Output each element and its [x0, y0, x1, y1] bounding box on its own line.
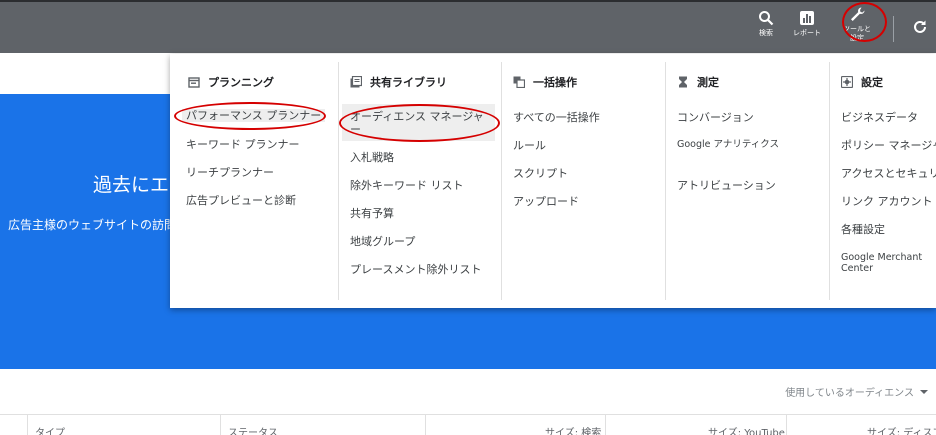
menu-item-all-bulk-actions[interactable]: すべての一括操作 — [513, 111, 600, 124]
column-divider — [829, 62, 830, 300]
column-divider — [338, 62, 339, 300]
wrench-icon — [851, 7, 865, 21]
menu-item-bid-strategies[interactable]: 入札戦略 — [350, 151, 394, 164]
menu-item-google-merchant-center[interactable]: Google Merchant Center — [841, 252, 933, 274]
menu-item-linked-accounts[interactable]: リンク アカウント — [841, 195, 933, 208]
refresh-icon — [914, 20, 926, 33]
topbar-divider — [893, 16, 894, 42]
search-icon — [759, 11, 774, 26]
search-button[interactable]: 検索 — [758, 10, 774, 38]
menu-item-placement-exclusion-lists[interactable]: プレースメント除外リスト — [350, 263, 481, 276]
column-header-size-youtube[interactable]: サイズ: YouTube — [708, 424, 785, 435]
menu-item-scripts[interactable]: スクリプト — [513, 167, 568, 180]
copy-icon — [513, 76, 525, 88]
menu-item-business-data[interactable]: ビジネスデータ — [841, 111, 918, 124]
setup-heading: 設定 — [841, 74, 883, 90]
reports-label: レポート — [793, 29, 821, 37]
calendar-icon — [188, 77, 200, 88]
caret-down-icon — [920, 389, 928, 394]
menu-item-shared-budgets[interactable]: 共有予算 — [350, 207, 394, 220]
menu-item-keyword-planner[interactable]: キーワード プランナー — [186, 138, 300, 151]
column-divider — [425, 415, 426, 435]
menu-item-conversions[interactable]: コンバージョン — [677, 111, 754, 124]
audience-filter-label: 使用しているオーディエンス — [785, 388, 914, 399]
bulk-actions-heading: 一括操作 — [513, 74, 577, 90]
tools-settings-button[interactable]: ツールと 設定 — [843, 6, 871, 43]
search-label: 検索 — [759, 29, 773, 37]
top-bar: 検索 レポート ツールと 設定 — [0, 0, 936, 53]
column-divider — [665, 62, 666, 300]
tools-menu: プランニング パフォーマンス プランナー キーワード プランナー リーチプランナ… — [170, 54, 936, 308]
measurement-heading: 測定 — [677, 74, 719, 90]
column-divider — [786, 415, 787, 435]
column-header-type[interactable]: タイプ — [35, 424, 65, 435]
library-icon — [350, 76, 362, 88]
column-divider — [220, 415, 221, 435]
refresh-button[interactable] — [912, 19, 928, 39]
column-header-status[interactable]: ステータス — [228, 424, 278, 435]
menu-item-negative-keyword-lists[interactable]: 除外キーワード リスト — [350, 179, 464, 192]
audience-filter-dropdown[interactable]: 使用しているオーディエンス — [785, 384, 928, 399]
reports-button[interactable]: レポート — [793, 10, 821, 38]
column-divider — [27, 415, 28, 435]
column-header-size-search[interactable]: サイズ: 検索 — [545, 424, 601, 435]
menu-item-location-groups[interactable]: 地域グループ — [350, 235, 415, 248]
shared-library-heading: 共有ライブラリ — [350, 74, 447, 90]
setup-title: 設定 — [861, 76, 883, 89]
menu-item-google-analytics[interactable]: Google アナリティクス — [677, 139, 787, 150]
planning-heading: プランニング — [188, 74, 274, 90]
column-header-size-display[interactable]: サイズ: ディスプ — [867, 424, 936, 435]
measurement-title: 測定 — [697, 76, 719, 89]
hero-title: 過去にエ — [93, 174, 170, 196]
hourglass-icon — [679, 76, 687, 88]
menu-item-rules[interactable]: ルール — [513, 139, 546, 152]
bulk-actions-title: 一括操作 — [533, 76, 577, 89]
menu-item-reach-planner[interactable]: リーチプランナー — [186, 166, 274, 179]
menu-item-access-security[interactable]: アクセスとセキュリ — [841, 167, 936, 180]
settings-box-icon — [841, 76, 853, 88]
menu-item-audience-manager[interactable]: オーディエンス マネージャー — [342, 104, 495, 141]
menu-item-preferences[interactable]: 各種設定 — [841, 223, 885, 236]
column-divider — [501, 62, 502, 300]
planning-title: プランニング — [208, 76, 274, 89]
menu-item-uploads[interactable]: アップロード — [513, 195, 579, 208]
tools-settings-label: ツールと 設定 — [843, 25, 871, 42]
shared-library-title: 共有ライブラリ — [370, 76, 447, 89]
column-divider — [605, 415, 606, 435]
menu-item-attribution[interactable]: アトリビューション — [677, 179, 776, 192]
menu-item-performance-planner[interactable]: パフォーマンス プランナー — [182, 109, 326, 122]
menu-item-policy-manager[interactable]: ポリシー マネージャ — [841, 139, 936, 152]
hero-subtitle: 広告主様のウェブサイトの訪問 — [8, 218, 177, 232]
table-header: タイプ ステータス サイズ: 検索 サイズ: YouTube サイズ: ディスプ — [0, 414, 936, 435]
reports-icon — [800, 11, 814, 25]
menu-item-ad-preview[interactable]: 広告プレビューと診断 — [186, 194, 296, 207]
